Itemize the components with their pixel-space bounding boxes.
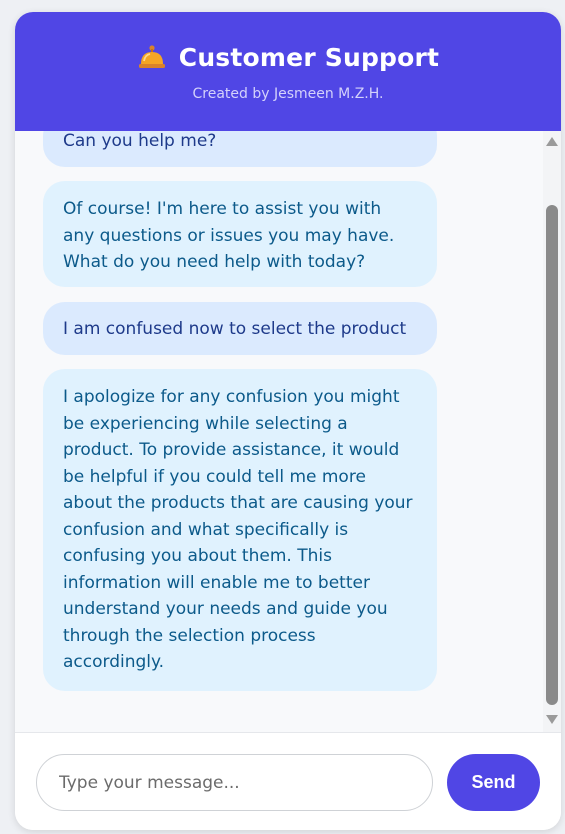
chat-window: Customer Support Created by Jesmeen M.Z.… xyxy=(15,12,561,830)
scroll-down-arrow-icon[interactable] xyxy=(546,715,558,724)
scroll-up-arrow-icon[interactable] xyxy=(546,137,558,146)
chat-header: Customer Support Created by Jesmeen M.Z.… xyxy=(15,12,561,131)
scrollbar[interactable] xyxy=(543,131,561,732)
bot-message: Of course! I'm here to assist you with a… xyxy=(43,181,437,287)
send-button[interactable]: Send xyxy=(447,754,540,811)
message-input[interactable] xyxy=(36,754,433,811)
header-title: Customer Support xyxy=(178,42,440,72)
bot-message: I apologize for any confusion you might … xyxy=(43,369,437,691)
header-subtitle: Created by Jesmeen M.Z.H. xyxy=(192,86,384,102)
header-title-row: Customer Support xyxy=(15,42,561,72)
scrollbar-thumb[interactable] xyxy=(546,205,558,705)
messages-area[interactable]: Can you help me? Of course! I'm here to … xyxy=(15,131,561,732)
input-bar: Send xyxy=(15,732,561,830)
user-message: I am confused now to select the product xyxy=(43,302,437,355)
user-message: Can you help me? xyxy=(43,131,437,167)
bell-icon xyxy=(138,45,165,68)
